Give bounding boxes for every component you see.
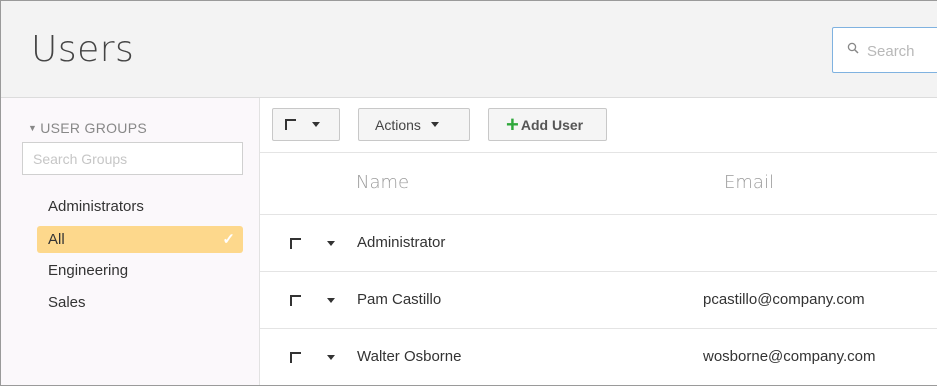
group-search-input[interactable] [22, 142, 243, 175]
user-groups-toggle[interactable]: ▼ USER GROUPS [28, 120, 147, 136]
app-window: Users ▼ USER GROUPS Administrators All ✓… [0, 0, 937, 386]
user-email: pcastillo@company.com [703, 291, 865, 308]
plus-icon: + [506, 111, 519, 137]
table-header: Name Email [260, 153, 937, 215]
column-header-name[interactable]: Name [356, 172, 409, 193]
table-row[interactable]: Walter Osborne wosborne@company.com [260, 329, 937, 385]
actions-label: Actions [375, 116, 421, 133]
page-header: Users [1, 1, 937, 98]
caret-down-icon [430, 122, 439, 127]
group-item-administrators[interactable]: Administrators [37, 191, 243, 223]
group-item-all[interactable]: All ✓ [37, 226, 243, 253]
search-icon [847, 42, 859, 54]
add-user-button[interactable]: + Add User [488, 108, 607, 141]
row-checkbox[interactable] [290, 352, 301, 363]
table-row[interactable]: Pam Castillo pcastillo@company.com [260, 272, 937, 329]
table-row[interactable]: Administrator [260, 215, 937, 272]
column-header-email[interactable]: Email [724, 172, 774, 193]
chevron-down-icon: ▼ [28, 123, 38, 133]
group-item-label: Engineering [48, 262, 129, 279]
search-box[interactable] [832, 27, 937, 73]
row-checkbox[interactable] [290, 238, 301, 249]
row-menu-caret-icon[interactable] [327, 241, 335, 246]
user-name: Walter Osborne [357, 348, 462, 365]
group-item-label: Administrators [48, 198, 144, 215]
group-item-engineering[interactable]: Engineering [37, 255, 243, 287]
group-item-label: All [48, 231, 65, 248]
row-menu-caret-icon[interactable] [327, 355, 335, 360]
main-content: Actions + Add User Name Email Administra… [260, 98, 937, 385]
search-input[interactable] [865, 39, 937, 63]
group-item-sales[interactable]: Sales [37, 287, 243, 319]
user-groups-label: USER GROUPS [40, 120, 147, 136]
actions-button[interactable]: Actions [358, 108, 470, 141]
page-title: Users [31, 29, 135, 70]
group-list: Administrators All ✓ Engineering Sales [37, 191, 243, 319]
row-checkbox[interactable] [290, 295, 301, 306]
user-name: Administrator [357, 234, 446, 251]
toolbar: Actions + Add User [260, 98, 937, 153]
checkbox-icon [285, 119, 296, 130]
caret-down-icon [312, 122, 320, 127]
checkmark-icon: ✓ [222, 231, 235, 248]
row-menu-caret-icon[interactable] [327, 298, 335, 303]
add-user-label: Add User [520, 116, 584, 133]
user-email: wosborne@company.com [703, 348, 876, 365]
user-name: Pam Castillo [357, 291, 442, 308]
group-item-label: Sales [48, 294, 86, 311]
sidebar: ▼ USER GROUPS Administrators All ✓ Engin… [1, 98, 260, 385]
select-all-dropdown[interactable] [272, 108, 340, 141]
